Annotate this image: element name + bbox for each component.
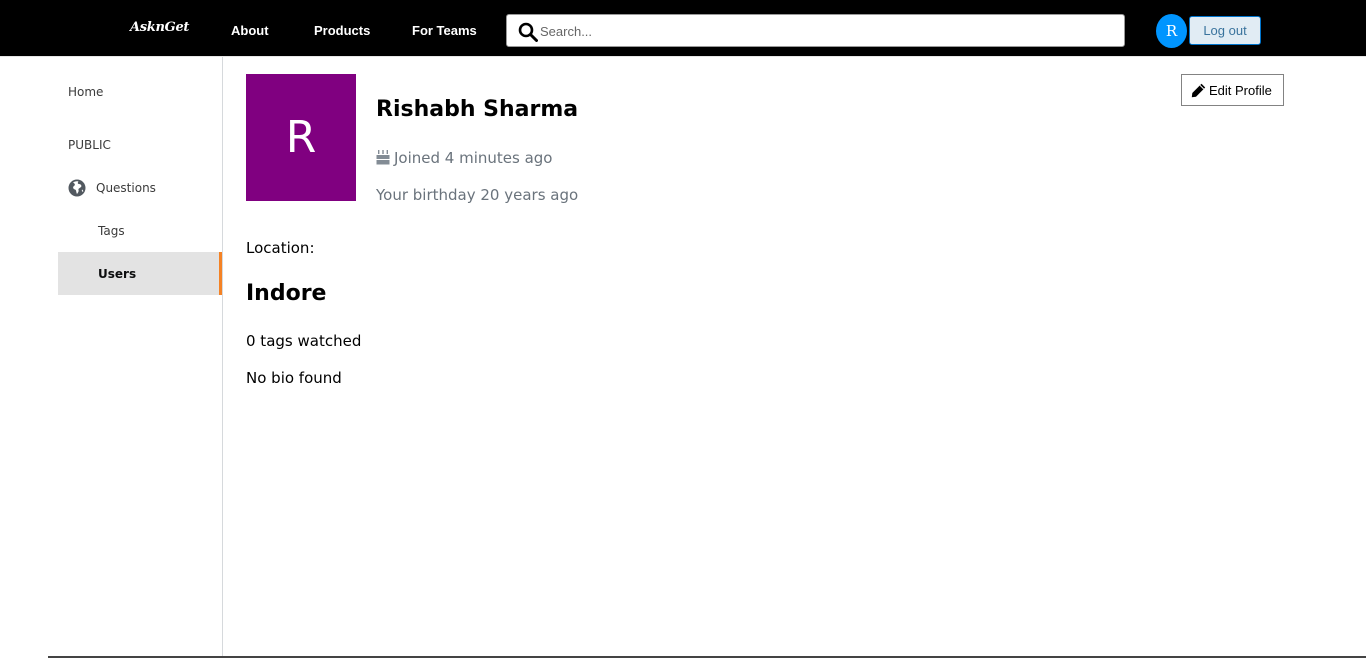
left-sidebar: Home PUBLIC Questions Tags Users [0,57,223,658]
location-value: Indore [246,281,327,306]
sidebar-item-users[interactable]: Users [58,252,222,295]
tags-watched-text: 0 tags watched [246,332,362,350]
birthday-text: Your birthday 20 years ago [376,186,579,204]
nav-link-about[interactable]: About [231,23,269,38]
user-avatar[interactable]: R [1156,14,1187,48]
search-icon [518,22,538,42]
joined-text: Joined 4 minutes ago [394,149,553,167]
sidebar-item-home[interactable]: Home [68,85,103,99]
sidebar-section-public: PUBLIC [68,138,111,152]
globe-icon [68,179,86,197]
sidebar-item-questions-label: Questions [96,181,156,195]
location-label: Location: [246,239,315,257]
top-navbar: AsknGet About Products For Teams R Log o… [0,0,1366,57]
logout-button[interactable]: Log out [1189,16,1261,45]
search-box [506,14,1125,47]
nav-link-for-teams[interactable]: For Teams [412,23,477,38]
bio-text: No bio found [246,369,342,387]
profile-name: Rishabh Sharma [376,97,579,122]
cake-icon [376,150,390,165]
edit-profile-button[interactable]: Edit Profile [1181,74,1284,106]
sidebar-item-users-label: Users [98,267,137,281]
edit-profile-label: Edit Profile [1209,83,1272,98]
sidebar-item-tags[interactable]: Tags [98,224,125,238]
search-input[interactable] [540,19,1110,43]
site-logo[interactable]: AsknGet [130,20,189,35]
nav-link-products[interactable]: Products [314,23,370,38]
profile-avatar: R [246,74,356,201]
pencil-icon [1191,83,1206,98]
